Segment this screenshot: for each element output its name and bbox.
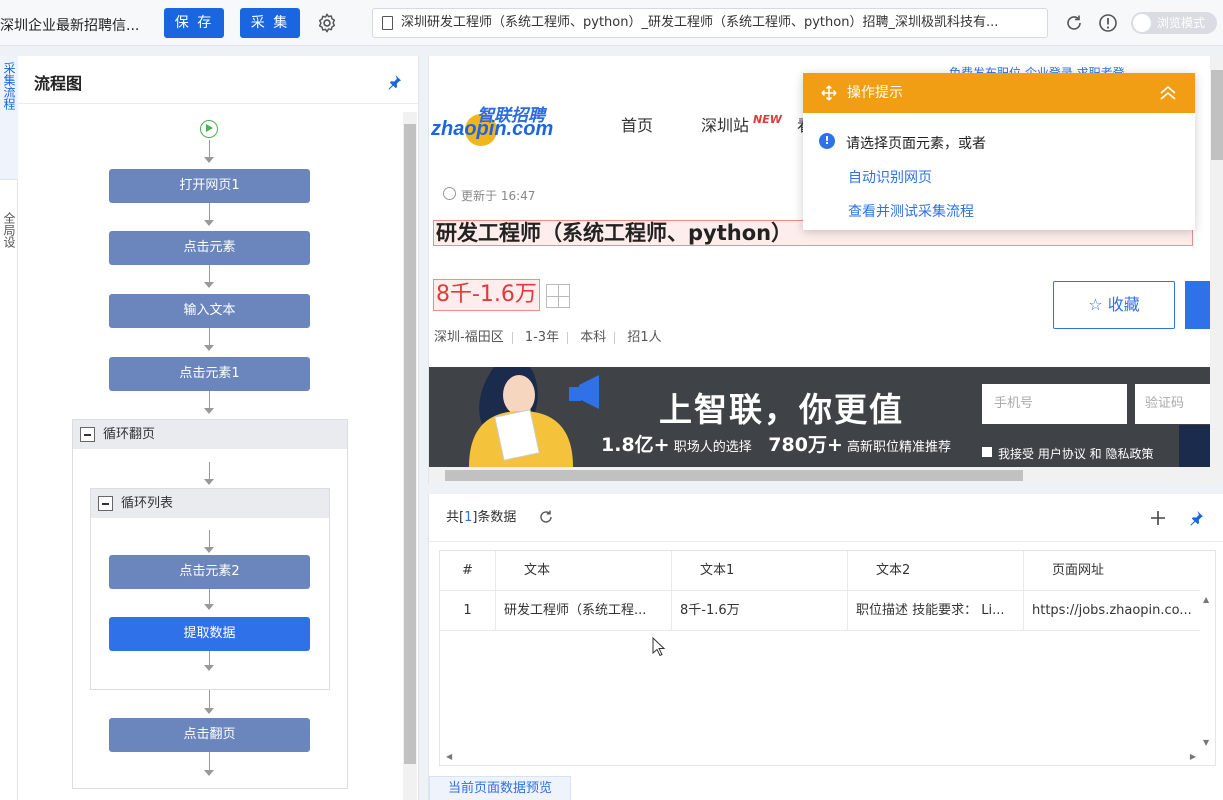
tip-body: ! 请选择页面元素，或者 自动识别网页 查看并测试采集流程 (803, 113, 1195, 221)
table-header-row: # 文本 文本1 文本2 页面网址 (440, 551, 1200, 591)
clock-icon (443, 187, 456, 200)
star-icon: ☆ (1088, 295, 1103, 314)
view-test-flow-link[interactable]: 查看并测试采集流程 (848, 201, 1195, 221)
pin-icon[interactable] (1188, 510, 1204, 526)
nav-home[interactable]: 首页 (621, 112, 653, 136)
node-click-element1[interactable]: 点击元素1 (109, 357, 310, 391)
banner-slogan: 上智联，你更值 (659, 390, 904, 429)
url-text: 深圳研发工程师（系统工程师、python）_研发工程师（系统工程师、python… (401, 15, 999, 30)
flow-panel-title: 流程图 (34, 74, 83, 93)
loop-list-box[interactable]: 循环列表 (90, 488, 330, 690)
agree-checkbox[interactable]: 我接受 用户协议 和 隐私政策 (982, 445, 1153, 462)
node-click-next-page[interactable]: 点击翻页 (109, 718, 310, 752)
browse-mode-toggle[interactable]: 浏览模式 (1131, 12, 1217, 34)
table-cell[interactable]: 研发工程师（系统工程... (496, 591, 672, 631)
new-badge: NEW (753, 113, 782, 126)
data-panel-header: 共[1]条数据 (429, 494, 1223, 542)
node-extract-data[interactable]: 提取数据 (109, 617, 310, 651)
url-bar[interactable]: 深圳研发工程师（系统工程师、python）_研发工程师（系统工程师、python… (372, 8, 1048, 38)
add-field-icon[interactable] (1149, 509, 1167, 527)
column-header[interactable]: 文本 (496, 551, 672, 591)
node-open-page[interactable]: 打开网页1 (109, 169, 310, 203)
table-cell[interactable]: 职位描述 技能要求： Li... (848, 591, 1024, 631)
loop-page-header[interactable]: 循环翻页 (73, 420, 347, 449)
favorite-button[interactable]: ☆ 收藏 (1053, 281, 1175, 329)
top-toolbar: 深圳企业最新招聘信... 保 存 采 集 深圳研发工程师（系统工程师、pytho… (0, 0, 1223, 46)
move-icon[interactable] (821, 85, 837, 101)
flow-scrollbar[interactable] (403, 112, 417, 800)
operation-tip-popup: 操作提示 ! 请选择页面元素，或者 自动识别网页 查看并测试采集流程 (803, 73, 1195, 230)
job-meta: 深圳-福田区 1-3年 本科 招1人 (434, 330, 662, 345)
collapse-icon[interactable] (98, 496, 113, 511)
flow-panel-header: 流程图 (18, 56, 418, 104)
collect-button[interactable]: 采 集 (240, 8, 300, 38)
table-cell[interactable]: 1 (440, 591, 496, 631)
tip-header[interactable]: 操作提示 (803, 73, 1195, 113)
tip-title: 操作提示 (847, 85, 903, 101)
tab-global-settings[interactable]: 全局设 (0, 206, 18, 316)
chevron-up-icon[interactable] (1159, 85, 1177, 101)
flow-panel: 流程图 打开网页1 点击元素 输入文本 点击元素1 循环翻页 循环列表 点击元素… (18, 56, 419, 800)
pin-icon[interactable] (386, 74, 402, 90)
job-salary[interactable]: 8千-1.6万 (433, 279, 540, 311)
column-header[interactable]: 文本1 (672, 551, 848, 591)
refresh-data-icon[interactable] (538, 509, 554, 525)
table-cell[interactable]: 8千-1.6万 (672, 591, 848, 631)
column-header[interactable]: 页面网址 (1024, 551, 1200, 591)
node-click-element2[interactable]: 点击元素2 (109, 555, 310, 589)
data-preview-panel: 共[1]条数据 # 文本 文本1 文本2 页面网址 1 研发工程师（系统工程..… (428, 494, 1223, 800)
scrollbar-thumb[interactable] (404, 124, 416, 764)
tab-current-page-preview[interactable]: 当前页面数据预览 (429, 776, 571, 800)
scrollbar-thumb[interactable] (445, 470, 1023, 481)
column-header[interactable]: 文本2 (848, 551, 1024, 591)
browse-mode-label: 浏览模式 (1157, 16, 1206, 30)
start-icon (200, 120, 218, 138)
table-cell[interactable]: https://jobs.zhaopin.co... (1024, 591, 1200, 631)
calculator-icon[interactable] (546, 284, 570, 308)
table-row[interactable]: 1 研发工程师（系统工程... 8千-1.6万 职位描述 技能要求： Li...… (440, 591, 1200, 631)
auto-detect-link[interactable]: 自动识别网页 (848, 167, 1195, 187)
loop-list-label: 循环列表 (121, 496, 174, 511)
page-icon (382, 16, 393, 30)
toggle-knob (1133, 14, 1151, 32)
logo-graphic: 智联招聘 zhaopin.com (430, 106, 553, 146)
table-h-scrollbar[interactable]: ◀ ▶ (440, 749, 1200, 765)
refresh-icon[interactable] (1064, 13, 1084, 33)
data-table: # 文本 文本1 文本2 页面网址 1 研发工程师（系统工程... 8千-1.6… (439, 550, 1216, 766)
info-icon: ! (819, 133, 835, 149)
side-tabs: 采集流程 全局设 (0, 56, 18, 800)
task-title[interactable]: 深圳企业最新招聘信... (0, 15, 139, 35)
zhaopin-logo[interactable]: 智联招聘 zhaopin.com (430, 104, 561, 150)
flow-canvas[interactable]: 打开网页1 点击元素 输入文本 点击元素1 循环翻页 循环列表 点击元素2 提取… (18, 104, 402, 800)
tab-workflow[interactable]: 采集流程 (0, 56, 18, 180)
node-click-element[interactable]: 点击元素 (109, 231, 310, 265)
save-button[interactable]: 保 存 (164, 8, 224, 38)
mouse-cursor-icon (652, 637, 666, 657)
gear-icon[interactable] (316, 12, 338, 34)
banner-stats: 1.8亿+ 职场人的选择 780万+ 高新职位精准推荐 (601, 434, 952, 456)
loop-list-header[interactable]: 循环列表 (91, 489, 329, 518)
table-v-scrollbar[interactable]: ▲ ▼ (1199, 591, 1215, 765)
nav-shenzhen[interactable]: 深圳站 (701, 112, 749, 136)
page-h-scrollbar[interactable] (429, 467, 1223, 484)
tip-message: 请选择页面元素，或者 (846, 136, 986, 152)
phone-input[interactable]: 手机号 (982, 384, 1127, 424)
promo-banner[interactable]: 上智联，你更值 1.8亿+ 职场人的选择 780万+ 高新职位精准推荐 手机号 … (429, 367, 1223, 467)
svg-text:zhaopin.com: zhaopin.com (431, 118, 553, 140)
page-v-scrollbar[interactable] (1210, 56, 1223, 467)
column-header[interactable]: # (440, 551, 496, 591)
node-input-text[interactable]: 输入文本 (109, 294, 310, 328)
collapse-icon[interactable] (80, 427, 95, 442)
update-time: 更新于 16:47 (443, 187, 535, 204)
info-circle-icon[interactable] (1098, 13, 1118, 33)
scrollbar-thumb[interactable] (1211, 70, 1223, 160)
loop-page-label: 循环翻页 (103, 427, 156, 442)
